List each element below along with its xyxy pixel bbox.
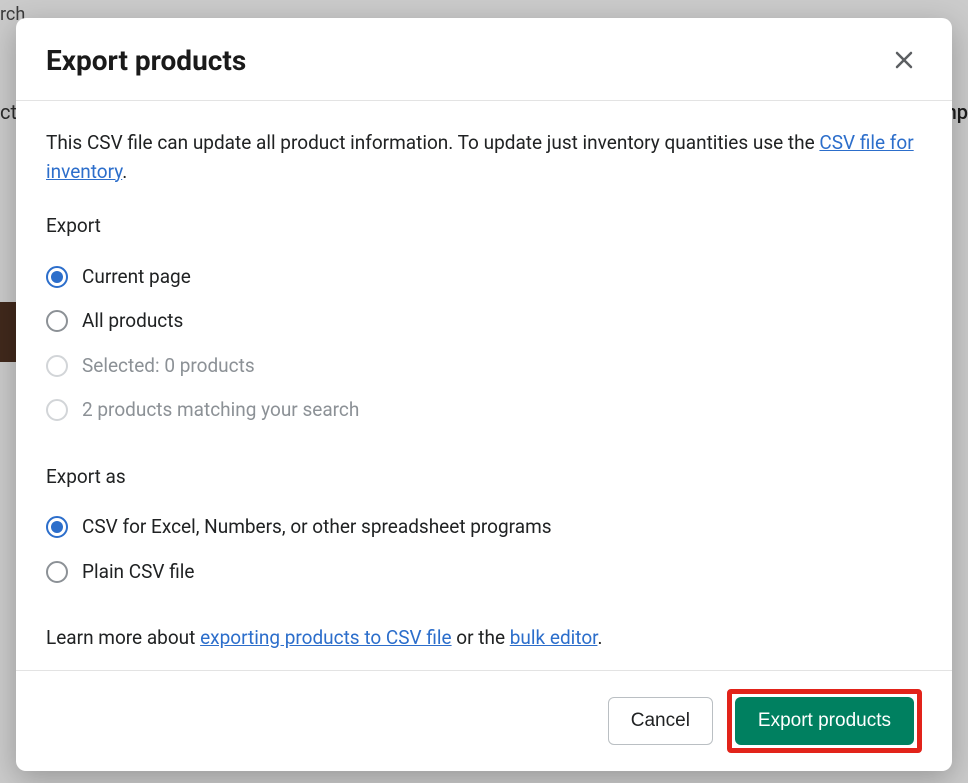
radio-icon: [46, 266, 68, 288]
close-button[interactable]: [886, 42, 922, 78]
export-option-current-page[interactable]: Current page: [46, 255, 922, 300]
intro-suffix: .: [122, 160, 127, 183]
modal-footer: Cancel Export products: [16, 670, 952, 771]
export-option-matching: 2 products matching your search: [46, 388, 922, 433]
radio-label: 2 products matching your search: [82, 396, 359, 425]
learn-prefix: Learn more about: [46, 626, 200, 649]
cancel-button[interactable]: Cancel: [608, 697, 713, 745]
export-products-button[interactable]: Export products: [735, 697, 914, 745]
radio-icon: [46, 516, 68, 538]
modal-header: Export products: [16, 18, 952, 101]
radio-label: Plain CSV file: [82, 558, 194, 587]
learn-suffix: .: [597, 626, 602, 649]
radio-icon: [46, 399, 68, 421]
intro-prefix: This CSV file can update all product inf…: [46, 131, 819, 154]
radio-label: Selected: 0 products: [82, 352, 255, 381]
radio-label: CSV for Excel, Numbers, or other spreads…: [82, 513, 552, 542]
learn-more-text: Learn more about exporting products to C…: [46, 624, 922, 653]
radio-icon: [46, 355, 68, 377]
export-as-option-csv-excel[interactable]: CSV for Excel, Numbers, or other spreads…: [46, 505, 922, 550]
learn-mid: or the: [452, 626, 510, 649]
bulk-editor-link[interactable]: bulk editor: [510, 626, 598, 649]
modal-title: Export products: [46, 44, 246, 77]
radio-icon: [46, 561, 68, 583]
export-section-label: Export: [46, 212, 922, 241]
highlight-annotation: Export products: [727, 689, 922, 753]
export-as-option-plain-csv[interactable]: Plain CSV file: [46, 550, 922, 595]
export-as-radio-group: CSV for Excel, Numbers, or other spreads…: [46, 505, 922, 594]
close-icon: [892, 48, 916, 72]
radio-label: All products: [82, 307, 183, 336]
exporting-products-link[interactable]: exporting products to CSV file: [200, 626, 452, 649]
radio-icon: [46, 310, 68, 332]
export-products-modal: Export products This CSV file can update…: [16, 18, 952, 771]
export-option-selected: Selected: 0 products: [46, 344, 922, 389]
export-as-section-label: Export as: [46, 463, 922, 492]
modal-body: This CSV file can update all product inf…: [16, 101, 952, 670]
radio-label: Current page: [82, 263, 191, 292]
intro-text: This CSV file can update all product inf…: [46, 129, 922, 186]
export-radio-group: Current page All products Selected: 0 pr…: [46, 255, 922, 433]
export-option-all-products[interactable]: All products: [46, 299, 922, 344]
